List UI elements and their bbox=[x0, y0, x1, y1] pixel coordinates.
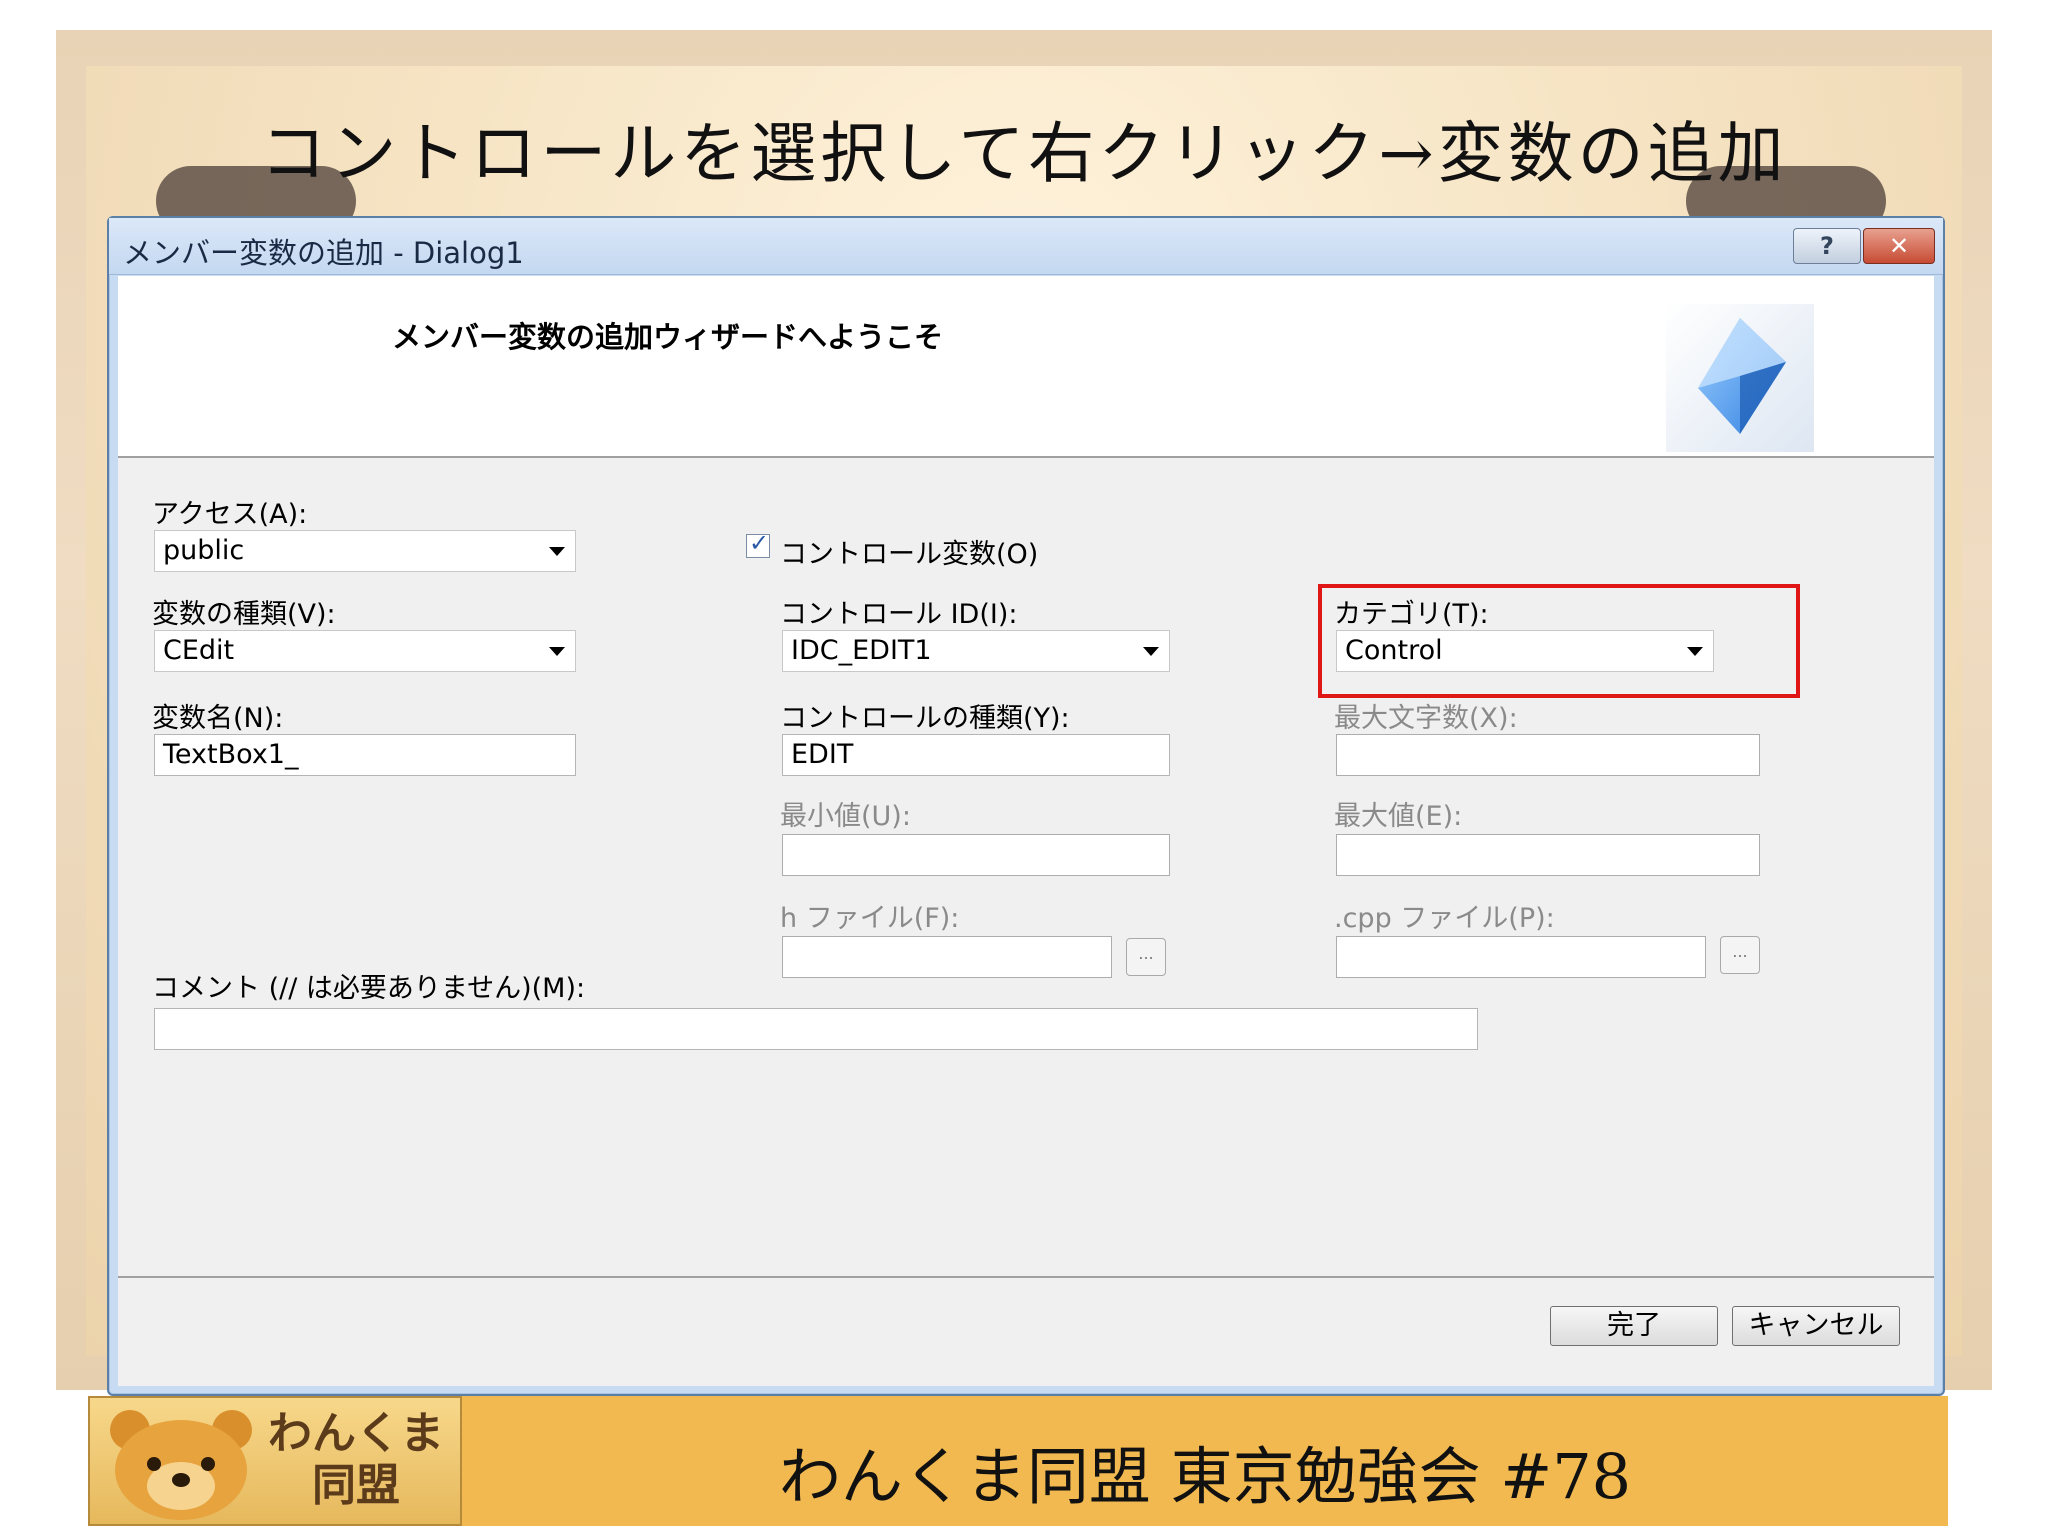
footer-banner: わんくま 同盟 わんくま同盟 東京勉強会 #78 bbox=[88, 1396, 1948, 1526]
category-label: カテゴリ(T): bbox=[1334, 599, 1489, 630]
finish-button[interactable]: 完了 bbox=[1550, 1306, 1718, 1346]
min-value-label: 最小値(U): bbox=[780, 801, 911, 832]
comment-input[interactable] bbox=[154, 1008, 1478, 1050]
h-file-input[interactable] bbox=[782, 936, 1112, 978]
close-button[interactable]: ✕ bbox=[1863, 228, 1935, 264]
var-type-value: CEdit bbox=[163, 635, 235, 666]
add-member-variable-dialog: メンバー変数の追加 - Dialog1 ? ✕ メンバー変数の追加ウィザードへよ… bbox=[107, 216, 1945, 1396]
comment-label: コメント (// は必要ありません)(M): bbox=[152, 973, 586, 1004]
max-chars-input[interactable] bbox=[1336, 734, 1760, 776]
bear-face-icon bbox=[110, 1410, 252, 1520]
min-value-input[interactable] bbox=[782, 834, 1170, 876]
var-name-input[interactable]: TextBox1_ bbox=[154, 734, 576, 776]
control-type-input[interactable]: EDIT bbox=[782, 734, 1170, 776]
dialog-titlebar: メンバー変数の追加 - Dialog1 ? ✕ bbox=[109, 218, 1943, 275]
chevron-down-icon bbox=[1687, 647, 1703, 656]
banner-text: わんくま同盟 東京勉強会 #78 bbox=[778, 1440, 1632, 1513]
wizard-cube-icon bbox=[1666, 304, 1814, 452]
slide-title: コントロールを選択して右クリック→変数の追加 bbox=[260, 115, 1788, 192]
control-var-checkbox[interactable]: ✓ bbox=[746, 529, 770, 558]
h-file-browse-button[interactable]: ... bbox=[1126, 938, 1166, 976]
var-type-dropdown[interactable]: CEdit bbox=[154, 630, 576, 672]
help-button[interactable]: ? bbox=[1793, 228, 1861, 264]
var-type-label: 変数の種類(V): bbox=[152, 599, 336, 630]
cancel-button[interactable]: キャンセル bbox=[1732, 1306, 1900, 1346]
dialog-client-area: メンバー変数の追加ウィザードへようこそ アクセス(A): public 変数の種… bbox=[118, 276, 1934, 1386]
max-value-input[interactable] bbox=[1336, 834, 1760, 876]
category-dropdown[interactable]: Control bbox=[1336, 630, 1714, 672]
wizard-header: メンバー変数の追加ウィザードへようこそ bbox=[118, 276, 1934, 458]
cpp-file-browse-button[interactable]: ... bbox=[1720, 936, 1760, 974]
dialog-title: メンバー変数の追加 - Dialog1 bbox=[123, 236, 524, 270]
access-label: アクセス(A): bbox=[152, 499, 308, 530]
var-name-label: 変数名(N): bbox=[152, 703, 284, 734]
var-name-value: TextBox1_ bbox=[163, 739, 299, 770]
category-value: Control bbox=[1345, 635, 1443, 666]
wankuma-logo: わんくま 同盟 bbox=[88, 1396, 462, 1526]
control-id-label: コントロール ID(I): bbox=[780, 599, 1018, 630]
control-id-dropdown[interactable]: IDC_EDIT1 bbox=[782, 630, 1170, 672]
max-value-label: 最大値(E): bbox=[1334, 801, 1463, 832]
checkmark-icon: ✓ bbox=[749, 529, 770, 557]
h-file-label: h ファイル(F): bbox=[780, 903, 960, 934]
control-id-value: IDC_EDIT1 bbox=[791, 635, 932, 666]
wizard-header-title: メンバー変数の追加ウィザードへようこそ bbox=[392, 320, 944, 354]
chevron-down-icon bbox=[1143, 647, 1159, 656]
access-value: public bbox=[163, 535, 245, 566]
control-var-label: コントロール変数(O) bbox=[780, 539, 1039, 570]
chevron-down-icon bbox=[549, 547, 565, 556]
footer-divider bbox=[118, 1276, 1934, 1278]
chevron-down-icon bbox=[549, 647, 565, 656]
cpp-file-label: .cpp ファイル(P): bbox=[1334, 903, 1555, 934]
max-chars-label: 最大文字数(X): bbox=[1334, 703, 1518, 734]
cpp-file-input[interactable] bbox=[1336, 936, 1706, 978]
access-dropdown[interactable]: public bbox=[154, 530, 576, 572]
control-type-value: EDIT bbox=[791, 739, 854, 770]
logo-text: わんくま 同盟 bbox=[268, 1408, 444, 1511]
control-type-label: コントロールの種類(Y): bbox=[780, 703, 1070, 734]
